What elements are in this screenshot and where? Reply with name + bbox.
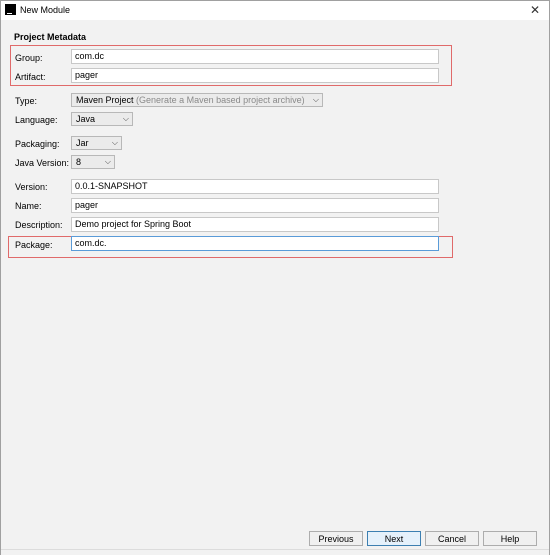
- chevron-down-icon: ⌵: [122, 114, 129, 123]
- name-label: Name:: [15, 201, 42, 211]
- title-bar[interactable]: New Module ✕: [1, 1, 549, 20]
- next-button[interactable]: Next: [367, 531, 421, 546]
- version-label: Version:: [15, 182, 48, 192]
- help-button[interactable]: Help: [483, 531, 537, 546]
- close-icon[interactable]: ✕: [530, 3, 540, 17]
- packaging-select-value: Jar: [76, 138, 89, 148]
- language-select[interactable]: Java ⌵: [71, 112, 133, 126]
- description-label: Description:: [15, 220, 63, 230]
- artifact-field[interactable]: [71, 68, 439, 83]
- chevron-down-icon: ⌵: [312, 95, 319, 104]
- type-label: Type:: [15, 96, 38, 106]
- status-bar: [1, 549, 549, 555]
- language-select-value: Java: [76, 114, 96, 124]
- name-field[interactable]: [71, 198, 439, 213]
- packaging-label: Packaging:: [15, 139, 60, 149]
- group-label: Group:: [15, 53, 43, 63]
- type-select[interactable]: Maven Project (Generate a Maven based pr…: [71, 93, 323, 107]
- previous-button[interactable]: Previous: [309, 531, 363, 546]
- group-field[interactable]: [71, 49, 439, 64]
- chevron-down-icon: ⌵: [104, 157, 111, 166]
- chevron-down-icon: ⌵: [111, 138, 118, 147]
- window-title: New Module: [20, 5, 71, 15]
- java-version-label: Java Version:: [15, 158, 70, 168]
- version-field[interactable]: [71, 179, 439, 194]
- type-select-value: Maven Project: [76, 95, 134, 105]
- java-version-select[interactable]: 8 ⌵: [71, 155, 115, 169]
- package-field[interactable]: [71, 236, 439, 251]
- section-heading: Project Metadata: [14, 32, 87, 42]
- java-version-select-value: 8: [76, 157, 82, 167]
- artifact-label: Artifact:: [15, 72, 46, 82]
- description-field[interactable]: [71, 217, 439, 232]
- cancel-button[interactable]: Cancel: [425, 531, 479, 546]
- intellij-app-icon: [5, 4, 16, 15]
- package-label: Package:: [15, 240, 53, 250]
- new-module-dialog: New Module ✕ Project Metadata Group: Art…: [0, 0, 550, 555]
- language-label: Language:: [15, 115, 58, 125]
- type-select-hint: (Generate a Maven based project archive): [136, 95, 305, 105]
- packaging-select[interactable]: Jar ⌵: [71, 136, 122, 150]
